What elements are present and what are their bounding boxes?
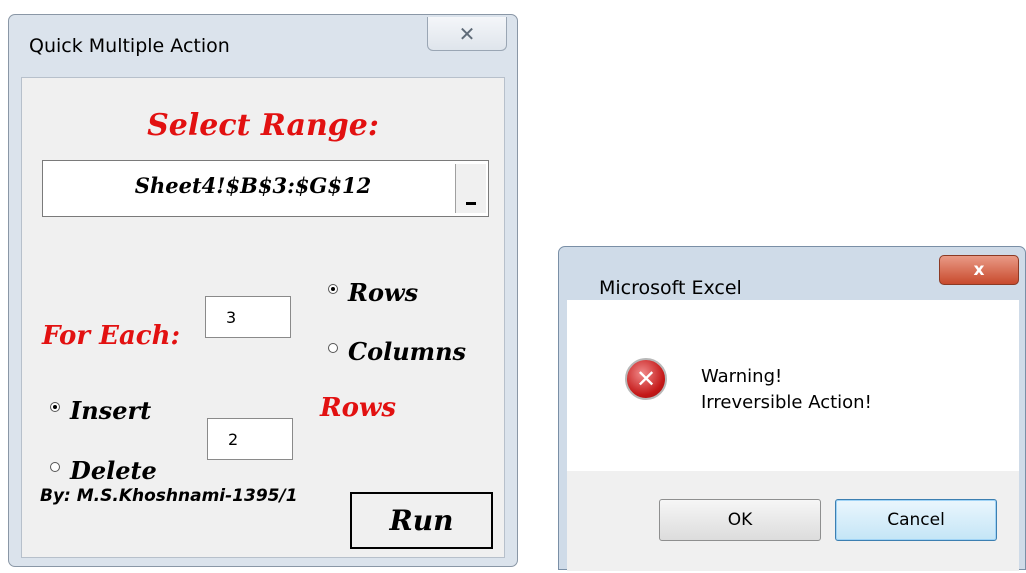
collapse-icon <box>466 202 476 205</box>
excel-message-box: Microsoft Excel x ✕ Warning! Irreversibl… <box>558 246 1026 571</box>
columns-radio-label: Columns <box>348 337 467 366</box>
count-unit-label: Rows <box>320 393 396 423</box>
error-icon: ✕ <box>625 358 667 400</box>
message-line-1: Warning! <box>701 366 783 387</box>
run-button[interactable]: Run <box>350 492 493 549</box>
insert-radio[interactable]: Insert <box>50 396 151 425</box>
close-icon: x <box>973 260 985 280</box>
for-each-input[interactable]: 3 <box>205 296 291 338</box>
delete-radio-label: Delete <box>70 456 157 485</box>
close-icon: ✕ <box>458 21 476 46</box>
message-text: Warning! Irreversible Action! <box>701 364 872 416</box>
radio-unselected-icon <box>328 342 338 353</box>
columns-radio[interactable]: Columns <box>328 337 466 366</box>
delete-radio[interactable]: Delete <box>50 456 157 485</box>
message-box-title: Microsoft Excel <box>599 277 742 299</box>
quick-multiple-action-dialog: Quick Multiple Action ✕ Select Range: Sh… <box>8 14 518 567</box>
range-value: Sheet4!$B$3:$G$12 <box>134 173 372 198</box>
radio-selected-icon <box>328 283 338 294</box>
radio-selected-icon <box>50 401 60 412</box>
message-line-2: Irreversible Action! <box>701 392 872 413</box>
range-collapse-button[interactable] <box>455 164 486 213</box>
ok-button[interactable]: OK <box>659 499 821 541</box>
rows-radio-label: Rows <box>348 278 419 307</box>
dialog-title: Quick Multiple Action <box>29 35 230 57</box>
close-button[interactable]: ✕ <box>427 17 507 51</box>
rows-radio[interactable]: Rows <box>328 278 418 307</box>
insert-radio-label: Insert <box>70 396 152 425</box>
radio-unselected-icon <box>50 461 60 472</box>
select-range-heading: Select Range: <box>147 108 379 143</box>
author-label: By: M.S.Khoshnami-1395/1 <box>40 486 298 506</box>
cancel-button[interactable]: Cancel <box>835 499 997 541</box>
count-input[interactable]: 2 <box>207 418 293 460</box>
for-each-label: For Each: <box>42 321 181 351</box>
range-refedit[interactable]: Sheet4!$B$3:$G$12 <box>42 160 489 217</box>
message-box-close-button[interactable]: x <box>939 255 1019 285</box>
